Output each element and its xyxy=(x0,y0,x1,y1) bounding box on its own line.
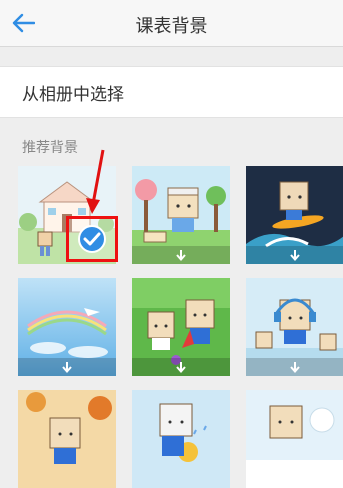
page-title: 课表背景 xyxy=(135,16,208,37)
background-tile-autumn[interactable] xyxy=(18,390,116,488)
download-bar xyxy=(246,358,343,376)
rainy-illustration xyxy=(132,390,230,488)
background-tile-kite-park[interactable] xyxy=(132,166,230,264)
top-bar: 课表背景 xyxy=(0,0,343,47)
download-bar xyxy=(18,358,116,376)
download-arrow-icon xyxy=(176,361,186,373)
download-arrow-icon xyxy=(290,361,300,373)
download-arrow-icon xyxy=(290,249,300,261)
download-bar xyxy=(246,246,343,264)
download-bar xyxy=(132,246,230,264)
recommended-section-label: 推荐背景 xyxy=(22,140,78,156)
background-tile-green-field[interactable] xyxy=(132,278,230,376)
background-tile-snow[interactable] xyxy=(246,390,343,488)
autumn-illustration xyxy=(18,390,116,488)
snow-illustration xyxy=(246,390,343,488)
background-tile-rainy[interactable] xyxy=(132,390,230,488)
choose-from-album-label: 从相册中选择 xyxy=(22,85,124,105)
background-grid xyxy=(18,166,343,488)
selected-indicator-frame xyxy=(66,216,118,262)
download-bar xyxy=(132,358,230,376)
download-arrow-icon xyxy=(62,361,72,373)
download-arrow-icon xyxy=(176,249,186,261)
background-tile-music[interactable] xyxy=(246,278,343,376)
background-tile-surf[interactable] xyxy=(246,166,343,264)
background-tile-blue-sky[interactable] xyxy=(18,278,116,376)
choose-from-album-row[interactable]: 从相册中选择 xyxy=(0,66,343,118)
checkmark-icon xyxy=(78,225,106,253)
